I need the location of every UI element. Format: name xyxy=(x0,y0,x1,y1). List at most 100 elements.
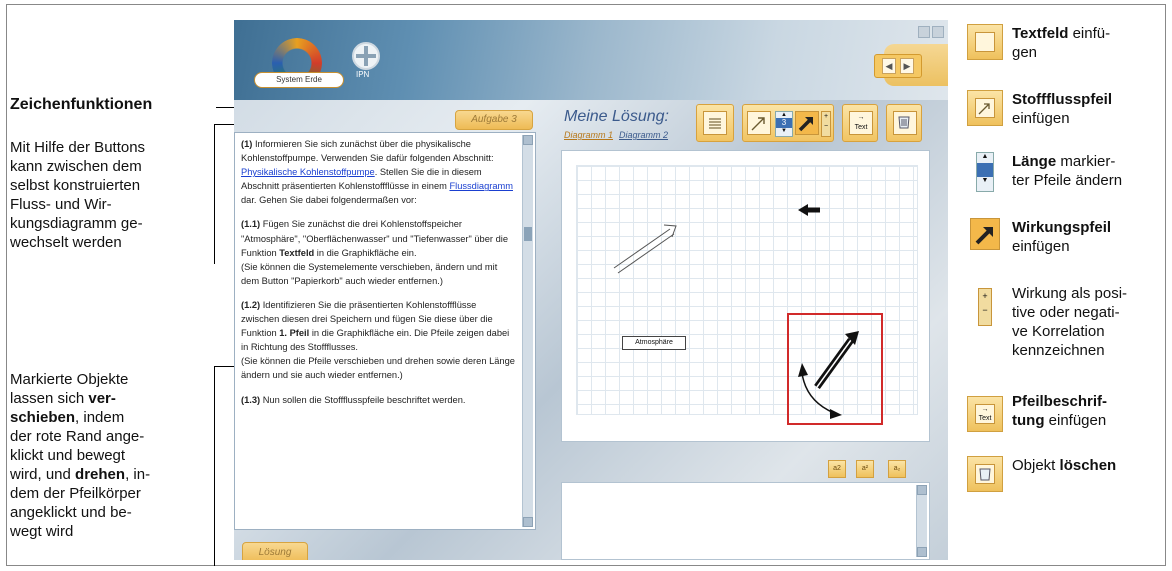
app-window: System Erde IPN ◀ ▶ Aufgabe 3 (1) Inform… xyxy=(234,20,948,560)
task-text: (1) Informieren Sie sich zunächst über d… xyxy=(241,137,517,417)
task-note: (Sie können die Systemelemente verschieb… xyxy=(241,261,498,286)
app-header: System Erde IPN ◀ ▶ xyxy=(234,20,948,100)
stoffflusspfeil-object[interactable] xyxy=(613,224,677,274)
legend-bold: Stoffflusspfeil xyxy=(1012,91,1112,108)
legend-text: einfügen xyxy=(1044,412,1107,429)
format-superscript-button[interactable]: a² xyxy=(856,460,874,478)
link-physikalische-kohlenstoffpumpe[interactable]: Physikalische Kohlenstoffpumpe xyxy=(241,167,375,177)
solution-button[interactable]: Lösung xyxy=(242,542,308,560)
legend-laenge-icon: ▲ ▼ xyxy=(976,152,994,192)
scroll-up-button[interactable] xyxy=(917,485,927,495)
label-input-panel[interactable] xyxy=(561,482,930,560)
legend-text: einfügen xyxy=(1012,110,1070,127)
logo-label: System Erde xyxy=(254,72,344,88)
next-page-button[interactable]: ▶ xyxy=(900,58,914,74)
bottom-scrollbar[interactable] xyxy=(916,485,927,557)
task-number: (1.1) xyxy=(241,219,261,230)
annotation-line: angeklickt und be- xyxy=(10,504,132,521)
scroll-up-button[interactable] xyxy=(523,135,533,145)
legend-wirkungspfeil: Wirkungspfeil einfügen xyxy=(1012,218,1162,256)
legend-stofffluss: Stoffflusspfeil einfügen xyxy=(1012,90,1162,128)
text-tool-label: Text xyxy=(854,124,868,131)
task-number: (1) xyxy=(241,139,253,149)
task-button[interactable]: Aufgabe 3 xyxy=(455,110,533,130)
task-note: (Sie können die Pfeile verschieben und d… xyxy=(241,356,515,381)
tab-diagramm-1[interactable]: Diagramm 1 xyxy=(564,130,613,140)
legend-korrelation: Wirkung als posi- tive oder negati- ve K… xyxy=(1012,284,1162,360)
annotation-heading: Zeichenfunktionen xyxy=(10,96,153,113)
legend-stofffluss-icon xyxy=(967,90,1003,126)
annotation-line: kungsdiagramm ge- xyxy=(10,215,143,232)
annotation-text: , indem xyxy=(75,409,125,426)
atmosphaere-textbox[interactable]: Atmosphäre xyxy=(622,336,686,350)
scroll-down-button[interactable] xyxy=(523,517,533,527)
annotation-line: kann zwischen dem xyxy=(10,158,142,175)
legend-textfeld: Textfeld einfü-gen xyxy=(1012,24,1162,62)
stoffflusspfeil-button[interactable] xyxy=(747,111,771,135)
scroll-down-button[interactable] xyxy=(917,547,927,557)
annotation-line: Mit Hilfe der Buttons xyxy=(10,139,146,156)
annotation-line: Markierte Objekte xyxy=(10,371,129,388)
plus-icon: + xyxy=(823,113,829,120)
solution-title: Meine Lösung: xyxy=(564,108,669,125)
legend-text: markier- xyxy=(1056,153,1116,170)
annotation-marked: Markierte Objekte lassen sich ver- schie… xyxy=(10,370,192,541)
legend-loeschen: Objekt löschen xyxy=(1012,456,1162,475)
scroll-thumb[interactable] xyxy=(524,227,532,241)
close-button[interactable] xyxy=(932,26,944,38)
legend-line: Wirkung als posi- xyxy=(1012,285,1128,302)
annotation-bold: ver- xyxy=(88,390,116,407)
minimize-button[interactable] xyxy=(918,26,930,38)
pfeilbeschriftung-tool-button[interactable]: → Text xyxy=(842,104,878,142)
annotation-line: wechselt werden xyxy=(10,234,122,251)
legend-line: ve Korrelation xyxy=(1012,323,1105,340)
stoffflusspfeil-icon xyxy=(751,117,765,131)
length-value: 3 xyxy=(776,118,792,128)
short-black-arrow-object[interactable] xyxy=(798,204,820,216)
system-erde-logo: System Erde xyxy=(250,34,346,88)
ipn-label: IPN xyxy=(356,70,370,79)
prev-page-button[interactable]: ◀ xyxy=(882,58,896,74)
tab-diagramm-2[interactable]: Diagramm 2 xyxy=(619,130,668,140)
pfeilbeschriftung-icon: → Text xyxy=(849,111,873,135)
legend-trash-icon xyxy=(967,456,1003,492)
arrow-right-icon: → xyxy=(857,114,865,121)
arrow-tool-group: ▲ 3 ▼ + − xyxy=(742,104,834,142)
stepper-down-icon[interactable]: ▼ xyxy=(776,128,792,134)
format-subscript-button[interactable]: a₂ xyxy=(888,460,906,478)
annotation-line: selbst konstruierten xyxy=(10,177,141,194)
task-sentence: Nun sollen die Stoffflusspfeile beschrif… xyxy=(260,394,466,405)
diagram-tabs: Diagramm 1 Diagramm 2 xyxy=(564,130,674,140)
annotation-line: klickt und bewegt xyxy=(10,447,126,464)
wirkungspfeil-icon xyxy=(798,117,813,132)
legend-textfeld-icon xyxy=(967,24,1003,60)
selection-rectangle[interactable] xyxy=(787,313,883,425)
task-sentence: Informieren Sie sich zunächst über die p… xyxy=(241,139,494,164)
annotation-bold: drehen xyxy=(75,466,126,483)
loeschen-tool-button[interactable] xyxy=(886,104,922,142)
wirkungspfeil-button[interactable] xyxy=(795,111,819,135)
legend-text: ter Pfeile ändern xyxy=(1012,172,1123,189)
task-scrollbar[interactable] xyxy=(522,135,533,527)
task-number: (1.3) xyxy=(241,394,261,405)
legend-bold: Wirkungspfeil xyxy=(1012,219,1112,236)
minus-icon: − xyxy=(823,123,829,130)
annotation-buttons: Mit Hilfe der Buttons kann zwischen dem … xyxy=(10,138,192,252)
legend-korrelation-icon: + − xyxy=(978,288,992,326)
korrelation-toggle[interactable]: + − xyxy=(821,111,831,137)
link-flussdiagramm[interactable]: Flussdiagramm xyxy=(449,181,513,191)
task-sentence: in die Graphikfläche ein. xyxy=(314,247,417,258)
legend-pfeilbeschriftung-icon: → Text xyxy=(967,396,1003,432)
format-normal-button[interactable]: a2 xyxy=(828,460,846,478)
ipn-logo-icon xyxy=(352,42,380,70)
task-keyword: Textfeld xyxy=(279,247,315,258)
legend-text: einfü- xyxy=(1068,25,1111,42)
textfeld-tool-button[interactable] xyxy=(696,104,734,142)
length-stepper[interactable]: ▲ 3 ▼ xyxy=(775,111,793,137)
task-keyword: 1. Pfeil xyxy=(279,328,310,339)
task-number: (1.2) xyxy=(241,299,261,310)
textfeld-icon xyxy=(703,111,727,135)
legend-text: gen xyxy=(1012,44,1038,61)
drawing-canvas[interactable]: Atmosphäre xyxy=(561,150,930,442)
annotation-line: Fluss- und Wir- xyxy=(10,196,112,213)
